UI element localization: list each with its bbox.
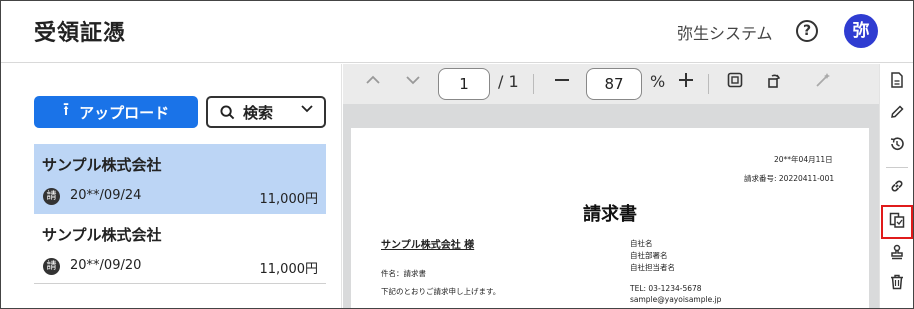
list-item-name: サンプル株式会社: [42, 226, 162, 244]
doc-sender-dept: 自社部署名: [630, 251, 668, 260]
doc-message: 下記のとおりご請求申し上げます。: [381, 287, 501, 296]
next-page-icon[interactable]: [405, 72, 421, 92]
list-item[interactable]: サンプル株式会社 請 20**/09/20 11,000円: [34, 214, 326, 284]
stamp-icon[interactable]: [887, 244, 907, 264]
app-header: 受領証憑 弥生システム ? 弥: [1, 1, 913, 63]
highlight-box: [881, 205, 913, 239]
page-total: / 1: [498, 72, 519, 91]
trash-icon[interactable]: [887, 274, 907, 294]
zoom-in-icon[interactable]: [678, 72, 694, 92]
avatar[interactable]: 弥: [844, 14, 878, 48]
help-icon[interactable]: ?: [796, 20, 818, 42]
viewer-toolbar: 1 / 1 87 %: [343, 64, 879, 104]
app-window: 受領証憑 弥生システム ? 弥 ⭱ アップロード 検索 サンプル株式会社 請 2…: [0, 0, 914, 309]
list-item-date: 20**/09/20: [70, 258, 142, 273]
list-divider: [34, 283, 326, 284]
doc-sender-name: 自社名: [630, 239, 653, 248]
history-icon[interactable]: [887, 136, 907, 156]
page-title: 受領証憑: [34, 21, 127, 46]
doc-invoice-number: 請求番号: 20220411-001: [744, 174, 835, 183]
doc-tel: TEL: 03-1234-5678: [630, 284, 702, 293]
rail-divider: [886, 167, 908, 168]
list-item-amount: 11,000円: [259, 262, 319, 277]
document-viewer: 1 / 1 87 % 20**年04月11日 請求番号: 20220411-00…: [343, 64, 879, 308]
side-action-rail: [879, 64, 913, 308]
toolbar-divider: [533, 74, 534, 94]
page-number-input[interactable]: 1: [438, 68, 490, 100]
search-icon: [220, 104, 235, 119]
upload-label: アップロード: [79, 103, 170, 122]
doc-date: 20**年04月11日: [774, 155, 833, 164]
rotate-icon[interactable]: [766, 72, 782, 92]
upload-button[interactable]: ⭱ アップロード: [34, 96, 198, 128]
company-name[interactable]: 弥生システム: [677, 20, 773, 44]
document-icon[interactable]: [887, 72, 907, 92]
document-page: 20**年04月11日 請求番号: 20220411-001 請求書 サンプル株…: [351, 128, 869, 308]
link-icon[interactable]: [887, 178, 907, 198]
prev-page-icon[interactable]: [365, 72, 381, 92]
doc-title: 請求書: [583, 204, 637, 225]
invoice-badge-icon: 請: [43, 258, 60, 275]
zoom-unit: %: [650, 72, 666, 91]
fit-page-icon[interactable]: [727, 72, 743, 92]
chevron-down-icon: [300, 102, 314, 120]
doc-subject: 件名：請求書: [381, 269, 426, 278]
doc-email: sample@yayoisample.jp: [630, 295, 722, 304]
list-item-amount: 11,000円: [259, 192, 319, 207]
doc-recipient: サンプル株式会社 様: [381, 240, 475, 251]
search-label: 検索: [243, 103, 274, 122]
zoom-input[interactable]: 87: [586, 68, 642, 100]
document-list-panel: ⭱ アップロード 検索 サンプル株式会社 請 20**/09/24 11,000…: [1, 64, 342, 308]
search-button[interactable]: 検索: [206, 96, 326, 128]
list-item[interactable]: サンプル株式会社 請 20**/09/24 11,000円: [34, 144, 326, 214]
magic-wand-icon[interactable]: [815, 72, 831, 92]
zoom-out-icon[interactable]: [554, 72, 570, 92]
list-item-date: 20**/09/24: [70, 188, 142, 203]
toolbar-divider: [708, 74, 709, 94]
doc-sender-person: 自社担当者名: [630, 263, 675, 272]
pencil-icon[interactable]: [887, 104, 907, 124]
invoice-badge-icon: 請: [43, 188, 60, 205]
upload-icon: ⭱: [62, 99, 70, 120]
list-item-name: サンプル株式会社: [42, 156, 162, 174]
